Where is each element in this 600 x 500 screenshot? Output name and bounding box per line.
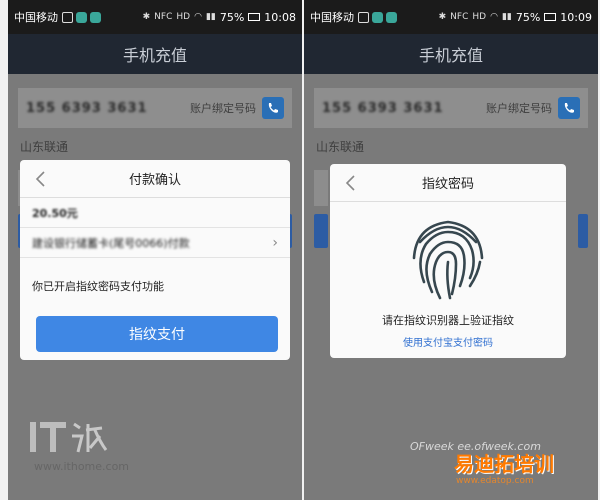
phone-number: 155 6393 3631: [322, 100, 444, 116]
status-carrier: 中国移动: [14, 11, 58, 24]
status-carrier: 中国移动: [310, 11, 354, 24]
ithome-logo: [28, 418, 118, 456]
back-icon[interactable]: [342, 173, 362, 193]
carrier-label: 山东联通: [316, 140, 365, 154]
hd-label: HD: [472, 12, 487, 22]
dialog-header: 付款确认: [20, 160, 290, 198]
phone-number-field[interactable]: 155 6393 3631 账户绑定号码: [18, 88, 292, 128]
dialog-header: 指纹密码: [330, 164, 566, 202]
battery-icon: [248, 13, 261, 21]
signal-icon: ▮▮: [501, 12, 512, 22]
payment-confirm-dialog: 付款确认 20.50元 建设银行储蓄卡(尾号0066)付款 › 你已开启指纹密码…: [20, 160, 290, 360]
phone-screen-right: 中国移动 ✱ NFC HD ◠ ▮▮ 75% 10:09 手机充值 155 63…: [304, 0, 598, 500]
bluetooth-icon: ✱: [438, 12, 447, 22]
wifi-icon: ◠: [490, 12, 498, 22]
status-bar: 中国移动 ✱ NFC HD ◠ ▮▮ 75% 10:08: [8, 0, 302, 34]
wifi-icon: ◠: [194, 12, 202, 22]
amount-row: 20.50元: [20, 198, 290, 228]
battery-percent: 75%: [515, 10, 541, 24]
fingerprint-area[interactable]: [330, 212, 566, 304]
hd-label: HD: [176, 12, 191, 22]
fingerprint-notice: 你已开启指纹密码支付功能: [32, 280, 164, 293]
signal-icon: ▮▮: [205, 12, 216, 22]
page-title: 手机充值: [304, 34, 598, 74]
app-icon: [90, 11, 101, 23]
fingerprint-hint: 请在指纹识别器上验证指纹: [382, 314, 514, 327]
contact-icon[interactable]: [558, 97, 580, 119]
fingerprint-pay-button[interactable]: 指纹支付: [36, 316, 278, 352]
dialog-title: 指纹密码: [421, 177, 474, 192]
use-alipay-password-link[interactable]: 使用支付宝支付密码: [330, 334, 566, 349]
dialog-title: 付款确认: [128, 173, 181, 188]
page-title: 手机充值: [8, 34, 302, 74]
carrier-label: 山东联通: [20, 140, 69, 154]
amount-option-stub: [314, 170, 328, 206]
nfc-label: NFC: [154, 12, 173, 22]
app-icon: [76, 11, 87, 23]
status-time: 10:09: [560, 10, 592, 24]
payment-method-label: 建设银行储蓄卡(尾号0066)付款: [32, 236, 190, 250]
phone-number: 155 6393 3631: [26, 100, 148, 116]
phone-hint: 账户绑定号码: [486, 102, 552, 115]
image-icon: [62, 11, 73, 23]
bluetooth-icon: ✱: [142, 12, 151, 22]
status-time: 10:08: [264, 10, 296, 24]
phone-hint: 账户绑定号码: [190, 102, 256, 115]
fingerprint-dialog: 指纹密码 请在指纹识别器上验证指纹 使用支付宝支付密码: [330, 164, 566, 358]
nfc-label: NFC: [450, 12, 469, 22]
confirm-button-stub: [314, 214, 328, 248]
back-icon[interactable]: [32, 169, 52, 189]
contact-icon[interactable]: [262, 97, 284, 119]
confirm-button-stub: [578, 214, 588, 248]
fingerprint-icon: [412, 220, 484, 300]
image-icon: [358, 11, 369, 23]
phone-number-field[interactable]: 155 6393 3631 账户绑定号码: [314, 88, 588, 128]
chevron-right-icon: ›: [272, 234, 278, 251]
ithome-url: www.ithome.com: [34, 460, 130, 473]
status-bar: 中国移动 ✱ NFC HD ◠ ▮▮ 75% 10:09: [304, 0, 598, 34]
app-icon: [386, 11, 397, 23]
battery-percent: 75%: [219, 10, 245, 24]
amount-value: 20.50元: [32, 206, 78, 220]
app-icon: [372, 11, 383, 23]
battery-icon: [544, 13, 557, 21]
payment-method-row[interactable]: 建设银行储蓄卡(尾号0066)付款 ›: [20, 228, 290, 258]
